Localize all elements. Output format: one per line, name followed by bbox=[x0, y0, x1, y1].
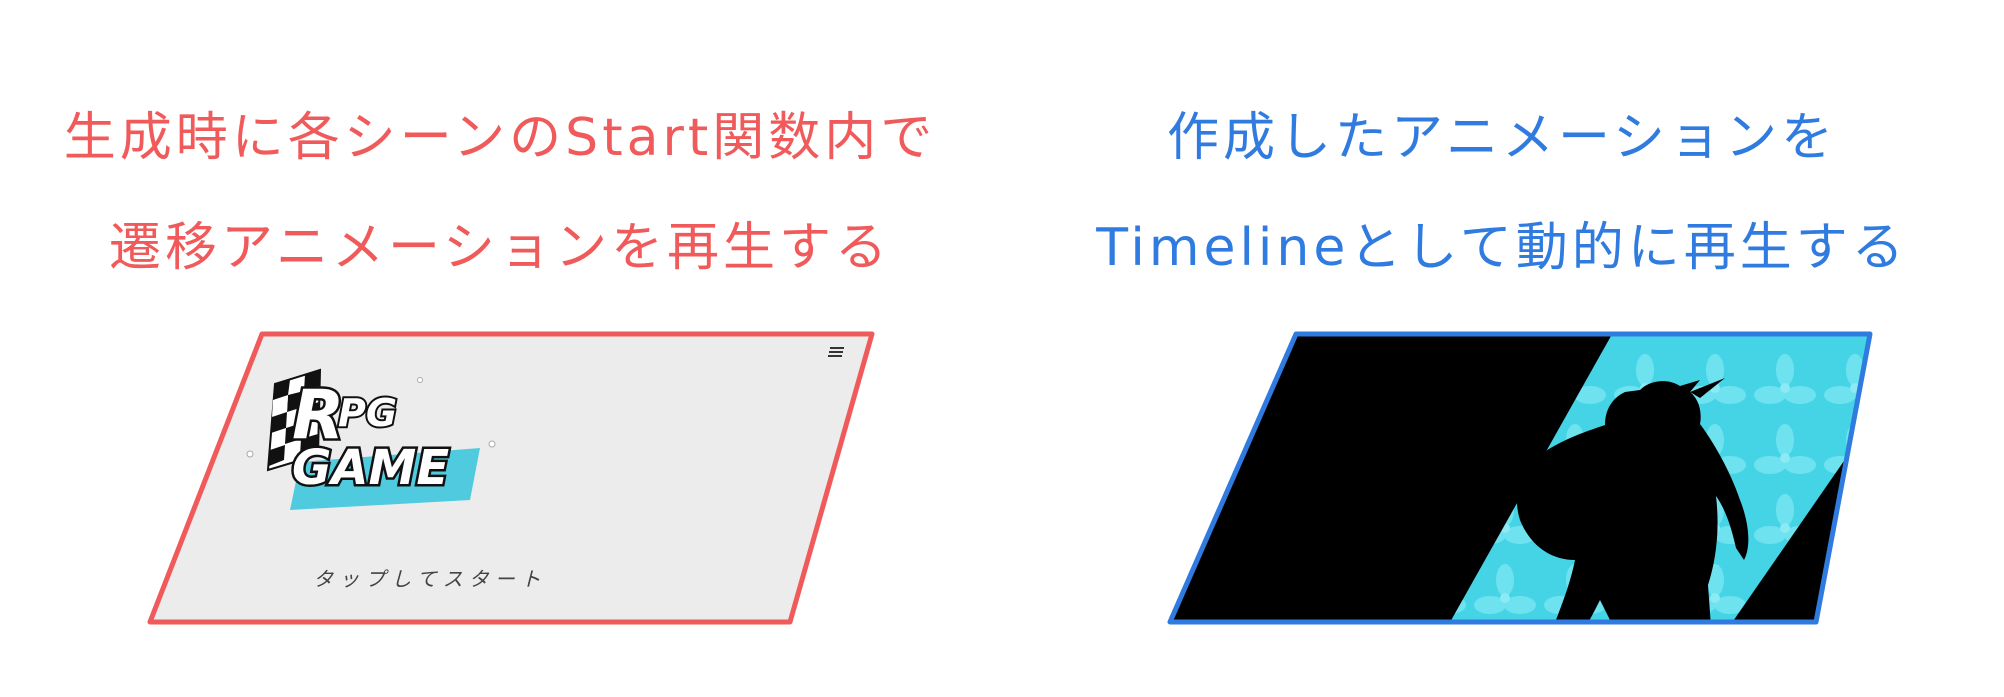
diagram-canvas: R PG GAME タップしてスタート bbox=[147, 331, 1873, 625]
hamburger-menu-icon[interactable] bbox=[828, 347, 844, 357]
logo-letters-pg: PG bbox=[338, 391, 397, 435]
logo-line2: GAME bbox=[292, 440, 449, 496]
tap-to-start-text[interactable]: タップしてスタート bbox=[313, 567, 546, 591]
right-transition-screen bbox=[1167, 331, 1873, 625]
left-title-screen: R PG GAME タップしてスタート bbox=[147, 331, 875, 625]
